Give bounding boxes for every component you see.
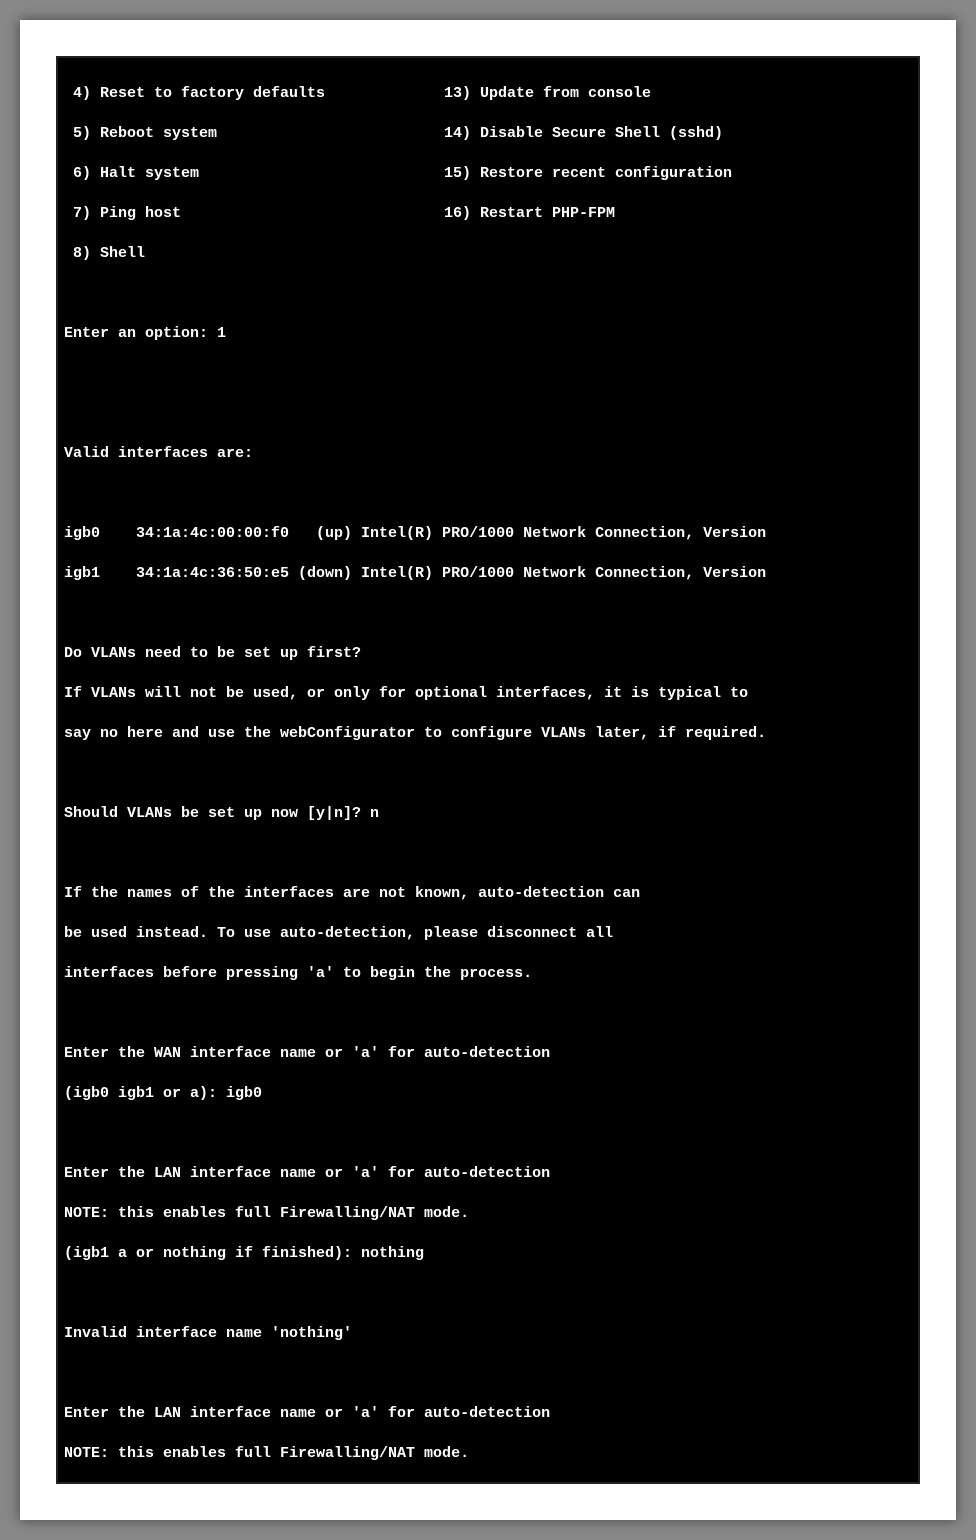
blank	[64, 404, 918, 424]
top-menu-right-2: 15) Restore recent configuration	[444, 164, 732, 184]
top-menu-row-3: 7) Ping host16) Restart PHP-FPM	[64, 204, 918, 224]
top-menu-left-0: 4) Reset to factory defaults	[64, 84, 444, 104]
photo-frame: 4) Reset to factory defaults13) Update f…	[20, 20, 956, 1520]
top-menu-right-1: 14) Disable Secure Shell (sshd)	[444, 124, 723, 144]
lan-prompt-2b: NOTE: this enables full Firewalling/NAT …	[64, 1444, 918, 1464]
autodetect-2: be used instead. To use auto-detection, …	[64, 924, 918, 944]
top-menu-row-2: 6) Halt system15) Restore recent configu…	[64, 164, 918, 184]
valid-interfaces-header: Valid interfaces are:	[64, 444, 918, 464]
console-screen: 4) Reset to factory defaults13) Update f…	[56, 56, 920, 1484]
enter-option-1: Enter an option: 1	[64, 324, 918, 344]
blank	[64, 844, 918, 864]
top-menu-left-2: 6) Halt system	[64, 164, 444, 184]
top-menu-row-1: 5) Reboot system14) Disable Secure Shell…	[64, 124, 918, 144]
interface-igb0: igb0 34:1a:4c:00:00:f0 (up) Intel(R) PRO…	[64, 524, 918, 544]
top-menu-right-3: 16) Restart PHP-FPM	[444, 204, 615, 224]
lan-prompt-1b: NOTE: this enables full Firewalling/NAT …	[64, 1204, 918, 1224]
top-menu-row-0: 4) Reset to factory defaults13) Update f…	[64, 84, 918, 104]
lan-prompt-1c: (igb1 a or nothing if finished): nothing	[64, 1244, 918, 1264]
vlan-prompt: Should VLANs be set up now [y|n]? n	[64, 804, 918, 824]
blank	[64, 484, 918, 504]
interface-igb1: igb1 34:1a:4c:36:50:e5 (down) Intel(R) P…	[64, 564, 918, 584]
vlan-question-1: Do VLANs need to be set up first?	[64, 644, 918, 664]
autodetect-3: interfaces before pressing 'a' to begin …	[64, 964, 918, 984]
blank	[64, 604, 918, 624]
blank	[64, 1004, 918, 1024]
lan-prompt-1a: Enter the LAN interface name or 'a' for …	[64, 1164, 918, 1184]
wan-prompt-1: Enter the WAN interface name or 'a' for …	[64, 1044, 918, 1064]
wan-prompt-2: (igb0 igb1 or a): igb0	[64, 1084, 918, 1104]
lan-prompt-2a: Enter the LAN interface name or 'a' for …	[64, 1404, 918, 1424]
vlan-question-3: say no here and use the webConfigurator …	[64, 724, 918, 744]
blank	[64, 364, 918, 384]
autodetect-1: If the names of the interfaces are not k…	[64, 884, 918, 904]
blank	[64, 284, 918, 304]
vlan-question-2: If VLANs will not be used, or only for o…	[64, 684, 918, 704]
top-menu-left-1: 5) Reboot system	[64, 124, 444, 144]
blank	[64, 1364, 918, 1384]
blank	[64, 1124, 918, 1144]
top-menu-left-3: 7) Ping host	[64, 204, 444, 224]
blank	[64, 764, 918, 784]
top-menu-right-0: 13) Update from console	[444, 84, 651, 104]
invalid-interface-name: Invalid interface name 'nothing'	[64, 1324, 918, 1344]
top-menu-row-4: 8) Shell	[64, 244, 918, 264]
blank	[64, 1284, 918, 1304]
top-menu-left-4: 8) Shell	[64, 244, 444, 264]
